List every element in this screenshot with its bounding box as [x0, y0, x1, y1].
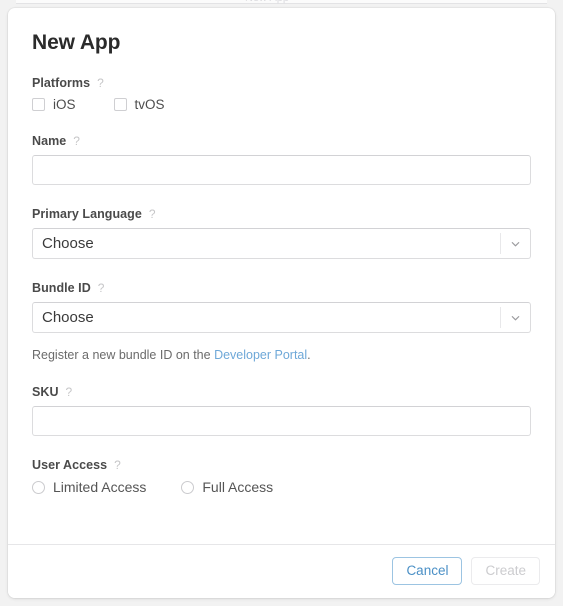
user-access-field: User Access ? Limited Access Full Access: [32, 458, 531, 495]
bundle-id-label: Bundle ID: [32, 281, 91, 295]
help-icon[interactable]: ?: [149, 208, 156, 220]
primary-language-value: Choose: [42, 235, 94, 252]
user-access-options: Limited Access Full Access: [32, 479, 531, 495]
developer-portal-link[interactable]: Developer Portal: [214, 348, 307, 362]
radio-full-access[interactable]: Full Access: [181, 479, 273, 495]
new-app-dialog: New App Platforms ? iOS tvOS Name ? Prim…: [8, 8, 555, 598]
sku-field: SKU ?: [32, 385, 531, 436]
checkbox-tvos-label: tvOS: [134, 97, 165, 112]
footer-actions: Cancel Create: [392, 557, 540, 585]
primary-language-select[interactable]: Choose: [32, 228, 531, 259]
name-input[interactable]: [32, 155, 531, 185]
chevron-down-icon[interactable]: [510, 238, 521, 249]
platforms-options: iOS tvOS: [32, 97, 531, 112]
checkbox-tvos[interactable]: tvOS: [113, 97, 165, 112]
help-icon[interactable]: ?: [66, 386, 73, 398]
radio-icon[interactable]: [32, 480, 45, 494]
checkbox-icon[interactable]: [113, 98, 127, 111]
user-access-label: User Access: [32, 458, 108, 472]
bundle-id-hint-before: Register a new bundle ID on the: [32, 348, 215, 362]
checkbox-ios[interactable]: iOS: [32, 97, 76, 112]
parent-dialog-sliver: New App: [0, 0, 563, 8]
radio-full-access-label: Full Access: [202, 479, 274, 495]
platforms-field: Platforms ? iOS tvOS: [32, 76, 531, 112]
help-icon[interactable]: ?: [97, 77, 104, 89]
platforms-label: Platforms: [32, 76, 91, 90]
primary-language-label-row: Primary Language ?: [32, 207, 531, 221]
primary-language-field: Primary Language ? Choose: [32, 207, 531, 259]
select-separator: [500, 307, 501, 328]
bundle-id-value: Choose: [42, 309, 94, 326]
bundle-id-hint: Register a new bundle ID on the Develope…: [32, 347, 531, 363]
checkbox-ios-label: iOS: [53, 97, 76, 112]
name-label: Name: [32, 134, 67, 148]
bundle-id-select[interactable]: Choose: [32, 302, 531, 333]
dialog-body: New App Platforms ? iOS tvOS Name ? Prim…: [8, 8, 555, 545]
help-icon[interactable]: ?: [98, 282, 105, 294]
sku-label-row: SKU ?: [32, 385, 531, 399]
checkbox-icon[interactable]: [32, 98, 45, 111]
sku-input[interactable]: [32, 406, 531, 436]
create-button[interactable]: Create: [471, 557, 540, 585]
sku-label: SKU: [32, 385, 59, 399]
radio-limited-access[interactable]: Limited Access: [32, 479, 146, 495]
name-field: Name ?: [32, 134, 531, 185]
radio-limited-access-label: Limited Access: [53, 479, 147, 495]
platforms-label-row: Platforms ?: [32, 76, 531, 90]
radio-icon[interactable]: [181, 480, 195, 494]
user-access-label-row: User Access ?: [32, 458, 531, 472]
chevron-down-icon[interactable]: [510, 312, 521, 323]
primary-language-label: Primary Language: [32, 207, 142, 221]
help-icon[interactable]: ?: [114, 459, 121, 471]
dialog-footer: Cancel Create: [8, 544, 555, 598]
bundle-id-label-row: Bundle ID ?: [32, 281, 531, 295]
cancel-button[interactable]: Cancel: [392, 557, 463, 585]
help-icon[interactable]: ?: [73, 135, 80, 147]
page-title: New App: [32, 31, 121, 54]
bundle-id-hint-after: .: [307, 348, 311, 362]
bundle-id-field: Bundle ID ? Choose: [32, 281, 531, 333]
select-separator: [500, 233, 501, 254]
parent-dialog-ghost-title: New App: [245, 0, 289, 4]
name-label-row: Name ?: [32, 134, 531, 148]
